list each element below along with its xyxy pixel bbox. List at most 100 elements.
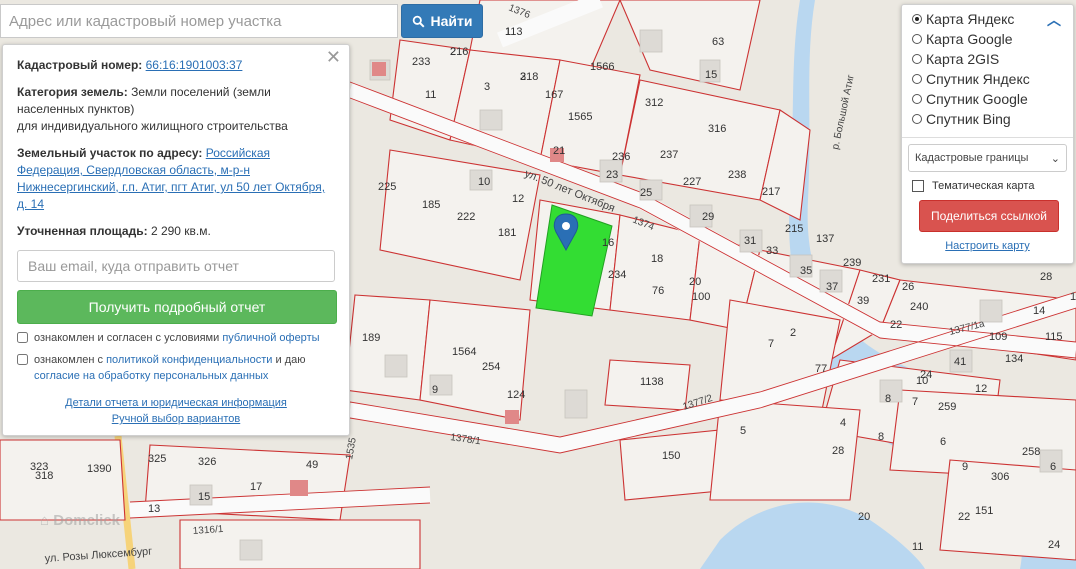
parcel-number-label: 258 [1022, 446, 1040, 458]
parcel-number-label: 259 [938, 401, 956, 413]
radio-icon [912, 14, 922, 24]
layer-yandex-satellite[interactable]: Спутник Яндекс [902, 69, 1073, 89]
radio-icon [912, 34, 922, 44]
radio-icon [912, 54, 922, 64]
parcel-number-label: 76 [652, 285, 664, 297]
layer-label: Спутник Bing [926, 111, 1011, 127]
parcel-number-label: 41 [954, 356, 966, 368]
parcel-number-label: 19 [1070, 291, 1076, 303]
layer-google-satellite[interactable]: Спутник Google [902, 89, 1073, 109]
parcel-number-label: 238 [728, 169, 746, 181]
watermark-text: Domclick [53, 512, 120, 529]
offer-checkbox[interactable] [17, 332, 28, 343]
parcel-number-label: 39 [857, 295, 869, 307]
parcel-number-label: 21 [553, 145, 565, 157]
email-field[interactable] [17, 250, 335, 282]
layer-bing-satellite[interactable]: Спутник Bing [902, 109, 1073, 129]
cadastral-number-link[interactable]: 66:16:1901003:37 [146, 58, 243, 72]
parcel-number-label: 29 [702, 211, 714, 223]
parcel-number-label: 12 [512, 193, 524, 205]
thematic-map-toggle[interactable]: Тематическая карта [912, 180, 1063, 192]
privacy-consent-row: ознакомлен с политикой конфиденциальност… [17, 352, 335, 384]
consent2-text: ознакомлен с [34, 354, 104, 366]
parcel-number-label: 15 [198, 491, 210, 503]
parcel-number-label: 1138 [640, 376, 664, 388]
parcel-number-label: 33 [766, 245, 778, 257]
map-layers-panel: ︿ Карта Яндекс Карта Google Карта 2GIS С… [901, 4, 1074, 264]
search-bar [0, 4, 398, 38]
parcel-number-label: 49 [306, 459, 318, 471]
parcel-number-label: 151 [975, 505, 993, 517]
parcel-number-label: 115 [1045, 331, 1063, 343]
get-report-button[interactable]: Получить подробный отчет [17, 290, 337, 324]
search-button[interactable]: Найти [401, 4, 483, 38]
parcel-number-label: 240 [910, 301, 928, 313]
share-link-button[interactable]: Поделиться ссылкой [919, 200, 1059, 232]
privacy-policy-link[interactable]: политикой конфиденциальности [106, 354, 272, 366]
category-label: Категория земель: [17, 85, 128, 99]
layer-label: Карта Яндекс [926, 11, 1015, 27]
watermark-logo: ⌂ Domclick [40, 512, 120, 529]
offer-consent-row: ознакомлен и согласен с условиями публич… [17, 330, 335, 346]
parcel-number-label: 325 [148, 453, 166, 465]
manual-selection-link[interactable]: Ручной выбор вариантов [3, 411, 349, 427]
parcel-number-label: 9 [432, 384, 438, 396]
parcel-number-label: 14 [1033, 305, 1045, 317]
category-use: для индивидуального жилищного строительс… [17, 119, 288, 133]
parcel-number-label: 20 [858, 511, 870, 523]
parcel-number-label: 1390 [87, 463, 111, 475]
parcel-number-label: 10 [478, 176, 490, 188]
parcel-number-label: 6 [1050, 461, 1056, 473]
parcel-number-label: 100 [692, 291, 710, 303]
radio-icon [912, 94, 922, 104]
area-value: 2 290 кв.м. [150, 224, 211, 238]
personal-data-consent-link[interactable]: согласие на обработку персональных данны… [34, 370, 268, 382]
cadastral-number-row: Кадастровый номер: 66:16:1901003:37 [17, 57, 335, 74]
parcel-number-label: 3 [484, 81, 490, 93]
layer-2gis-map[interactable]: Карта 2GIS [902, 49, 1073, 69]
parcel-number-label: 28 [1040, 271, 1052, 283]
parcel-number-label: 17 [250, 481, 262, 493]
parcel-number-label: 11 [912, 541, 923, 553]
parcel-number-label: 233 [412, 56, 430, 68]
parcel-number-label: 6 [940, 436, 946, 448]
parcel-number-label: 23 [606, 169, 618, 181]
privacy-checkbox[interactable] [17, 354, 28, 365]
parcel-number-label: 7 [912, 396, 918, 408]
radio-icon [912, 114, 922, 124]
parcel-number-label: 22 [890, 319, 902, 331]
boundary-select-value: Кадастровые границы [915, 152, 1029, 164]
parcel-number-label: 63 [712, 36, 724, 48]
parcel-number-label: 185 [422, 199, 440, 211]
parcel-number-label: 28 [832, 445, 844, 457]
layer-google-map[interactable]: Карта Google [902, 29, 1073, 49]
chevron-up-icon[interactable]: ︿ [1047, 10, 1061, 30]
layer-label: Карта 2GIS [926, 51, 1000, 67]
thematic-checkbox[interactable] [912, 180, 924, 192]
parcel-number-label: 215 [785, 223, 803, 235]
boundary-select[interactable]: Кадастровые границы ⌄ [908, 144, 1067, 172]
public-offer-link[interactable]: публичной оферты [222, 332, 319, 344]
parcel-number-label: 316 [708, 123, 726, 135]
search-input[interactable] [1, 5, 397, 37]
parcel-number-label: 31 [744, 235, 756, 247]
report-details-link[interactable]: Детали отчета и юридическая информация [3, 395, 349, 411]
parcel-number-label: 217 [762, 186, 780, 198]
consent1-text: ознакомлен и согласен с условиями [34, 332, 220, 344]
parcel-number-label: 239 [843, 257, 861, 269]
search-icon [412, 15, 424, 27]
close-icon[interactable]: ✕ [326, 48, 341, 66]
parcel-number-label: 222 [457, 211, 475, 223]
configure-map-link[interactable]: Настроить карту [945, 240, 1030, 252]
chevron-down-icon: ⌄ [1050, 152, 1060, 165]
parcel-number-label: 25 [640, 187, 652, 199]
parcel-number-label: 134 [1005, 353, 1023, 365]
parcel-number-label: 231 [872, 273, 890, 285]
parcel-number-label: 227 [683, 176, 701, 188]
land-category-row: Категория земель: Земли поселений (земли… [17, 84, 335, 135]
divider [902, 137, 1073, 138]
layer-label: Спутник Яндекс [926, 71, 1030, 87]
street-label: 1316/1 [192, 524, 224, 537]
search-button-label: Найти [430, 13, 473, 29]
area-row: Уточненная площадь: 2 290 кв.м. [17, 223, 335, 240]
